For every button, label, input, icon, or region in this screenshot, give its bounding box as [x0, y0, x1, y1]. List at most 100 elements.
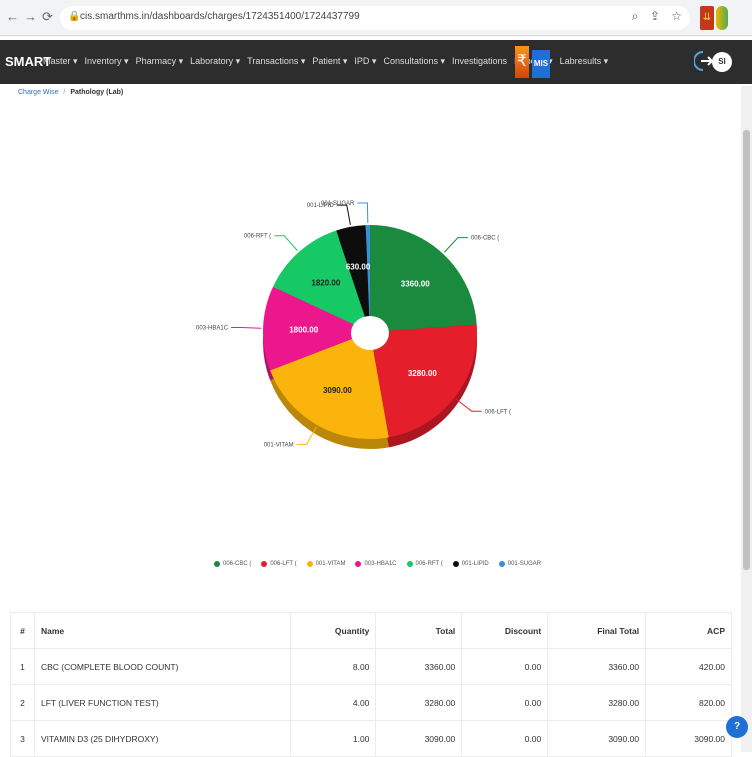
legend-dot: [214, 561, 220, 567]
table-cell: 1.00: [289, 720, 377, 757]
rupee-icon[interactable]: ₹: [515, 46, 529, 78]
share-icon[interactable]: ⇪: [650, 9, 660, 23]
legend-dot: [498, 561, 505, 567]
charges-table: # Name Quantity Total Discount Final Total ACP…: [10, 612, 732, 757]
pie-chart: 3360.00 006-CBC ( 3280.00 006-LFT ( 3090.00 0…: [196, 201, 511, 449]
star-icon[interactable]: ☆: [671, 9, 682, 23]
legend-label: 006-LFT (: [270, 561, 297, 567]
legend-dot: [261, 561, 268, 567]
table-cell: 1: [10, 648, 35, 685]
pie-value-label: 630.00: [346, 263, 371, 272]
mis-button[interactable]: MIS: [532, 50, 550, 78]
table-cell: VITAMIN D3 (25 DIHYDROXY): [33, 720, 291, 757]
search-icon[interactable]: ⌕: [632, 9, 639, 23]
legend-item[interactable]: 001-SUGAR: [498, 561, 542, 567]
menu-item[interactable]: Investigations: [452, 56, 507, 67]
arrow-left-icon[interactable]: ←: [6, 9, 19, 24]
legend-item[interactable]: 003-HBA1C: [355, 561, 397, 567]
menu-item[interactable]: Consultations ▾: [383, 56, 445, 67]
pie-value-label: 3360.00: [401, 279, 430, 288]
pie-leader-line: [231, 327, 262, 329]
user-avatar[interactable]: SI: [712, 52, 732, 72]
legend-label: 003-HBA1C: [364, 561, 397, 567]
pie-leader-line: [357, 202, 369, 224]
table-cell: 0.00: [461, 648, 549, 685]
pie-value-label: 3090.00: [323, 386, 352, 395]
pie-leader-line: [455, 398, 482, 412]
column-header[interactable]: Final Total: [547, 612, 647, 649]
table-cell: 3280.00: [375, 684, 463, 721]
chart-legend: 006-CBC ( 006-LFT ( 001-VITAM 003-HBA1C 006-…: [214, 561, 541, 567]
lock-icon: 🔒: [68, 11, 81, 22]
column-header[interactable]: ACP: [645, 612, 732, 649]
table-cell: CBC (COMPLETE BLOOD COUNT): [33, 648, 291, 685]
menu-item[interactable]: Master ▾: [43, 56, 78, 67]
legend-item[interactable]: 001-VITAM: [306, 561, 346, 567]
table-cell: 0.00: [461, 684, 549, 721]
column-header[interactable]: Total: [375, 612, 463, 649]
legend-label: 001-SUGAR: [507, 561, 542, 567]
legend-item[interactable]: 006-RFT (: [406, 561, 443, 567]
table-cell: 3360.00: [547, 648, 647, 685]
browser-toolbar: ← → ⟳ 🔒 cis.smarthms.in/dashboards/charg…: [0, 0, 752, 36]
legend-label: 006-CBC (: [223, 561, 252, 567]
menu-item[interactable]: IPD ▾: [354, 56, 376, 67]
table-cell: 2: [10, 684, 35, 721]
logout-icon[interactable]: [693, 48, 714, 76]
pie-value-label: 1820.00: [311, 278, 340, 287]
legend-label: 001-LIPID: [461, 561, 489, 567]
url-text: cis.smarthms.in/dashboards/charges/17243…: [80, 11, 360, 22]
pie-leader-line: [274, 235, 298, 251]
table-cell: 4.00: [289, 684, 377, 721]
table-row[interactable]: 1 CBC (COMPLETE BLOOD COUNT) 8.00 3360.00 0.…: [10, 648, 732, 685]
reload-icon[interactable]: ⟳: [42, 9, 53, 25]
table-cell: 3: [10, 720, 35, 757]
app-navbar: SMART Master ▾ Inventory ▾ Pharmacy ▾ Labor…: [0, 40, 752, 84]
table-cell: 3090.00: [547, 720, 647, 757]
pie-value-label: 3280.00: [408, 369, 437, 378]
menu-item[interactable]: Laboratory ▾: [190, 56, 240, 67]
pie-category-label: 006-RFT (: [244, 234, 271, 240]
address-bar[interactable]: 🔒 cis.smarthms.in/dashboards/charges/172…: [60, 6, 690, 30]
legend-item[interactable]: 006-LFT (: [261, 561, 297, 567]
extension-icon[interactable]: ⇊: [700, 6, 714, 30]
extension-icon-2[interactable]: [716, 6, 728, 30]
menu-item[interactable]: Labresults ▾: [560, 56, 609, 67]
arrow-right-icon[interactable]: →: [24, 9, 37, 24]
legend-item[interactable]: 006-CBC (: [214, 561, 251, 567]
pie-category-label: 003-HBA1C: [196, 326, 229, 332]
menu-item[interactable]: Pharmacy ▾: [136, 56, 184, 67]
help-button[interactable]: ?: [726, 716, 748, 738]
menu-item[interactable]: Patient ▾: [312, 56, 347, 67]
legend-dot: [452, 561, 459, 567]
column-header[interactable]: #: [10, 612, 35, 649]
table-cell: 0.00: [461, 720, 549, 757]
table-header-row: # Name Quantity Total Discount Final Total ACP: [10, 612, 732, 649]
table-cell: 3090.00: [645, 720, 732, 757]
pie-leader-line: [336, 204, 351, 225]
pie-category-label: 006-LFT (: [485, 409, 511, 415]
table-cell: 8.00: [289, 648, 377, 685]
legend-dot: [355, 561, 362, 567]
table-cell: 820.00: [645, 684, 732, 721]
column-header[interactable]: Discount: [461, 612, 549, 649]
menu-item[interactable]: Transactions ▾: [247, 56, 305, 67]
pie-center-hole: [351, 316, 389, 350]
legend-dot: [306, 561, 313, 567]
legend-label: 006-RFT (: [415, 561, 443, 567]
legend-label: 001-VITAM: [315, 561, 346, 567]
legend-dot: [406, 561, 413, 567]
legend-item[interactable]: 001-LIPID: [452, 561, 489, 567]
table-row[interactable]: 2 LFT (LIVER FUNCTION TEST) 4.00 3280.00 0.0…: [10, 684, 732, 721]
scrollbar-thumb[interactable]: [743, 130, 750, 570]
pie-value-label: 1800.00: [289, 326, 318, 335]
column-header[interactable]: Name: [33, 612, 291, 649]
pie-leader-line: [443, 237, 468, 253]
table-cell: LFT (LIVER FUNCTION TEST): [33, 684, 291, 721]
column-header[interactable]: Quantity: [289, 612, 377, 649]
pie-category-label: 006-CBC (: [471, 236, 499, 242]
table-cell: 420.00: [645, 648, 732, 685]
table-row[interactable]: 3 VITAMIN D3 (25 DIHYDROXY) 1.00 3090.00 0.0…: [10, 720, 732, 757]
table-cell: 3360.00: [375, 648, 463, 685]
menu-item[interactable]: Inventory ▾: [85, 56, 129, 67]
